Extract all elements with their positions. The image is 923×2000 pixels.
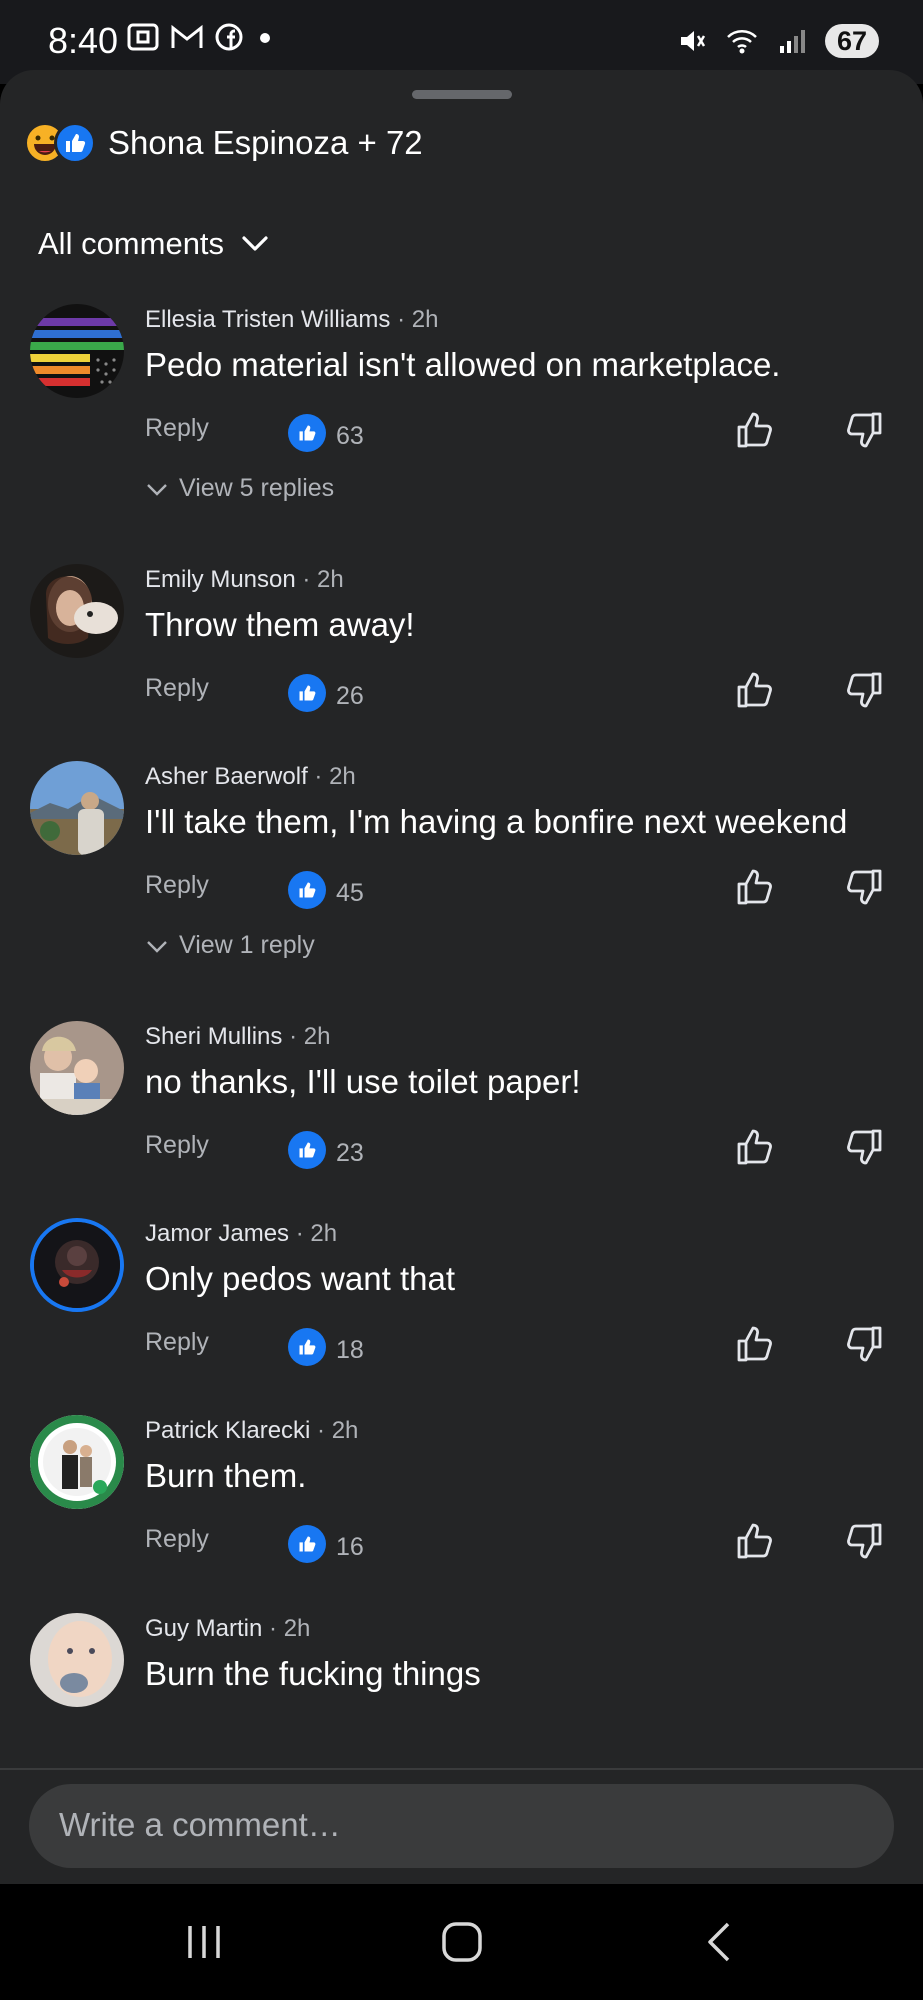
- status-time: 8:40: [48, 20, 119, 61]
- like-count: 63: [336, 422, 364, 450]
- reactions-summary[interactable]: Shona Espinoza + 72: [24, 122, 423, 164]
- view-replies-label: View 1 reply: [179, 931, 315, 959]
- thumbs-down-icon[interactable]: [842, 865, 886, 909]
- reply-button[interactable]: Reply: [145, 871, 209, 900]
- comment-input[interactable]: Write a comment…: [29, 1784, 894, 1868]
- recent-apps-icon[interactable]: [182, 1920, 226, 1964]
- composer-bar: Write a comment…: [0, 1768, 923, 1884]
- reply-button[interactable]: Reply: [145, 674, 209, 703]
- like-reaction-icon: [54, 122, 96, 164]
- notification-dot-icon: [260, 33, 270, 43]
- like-badge-icon: [288, 1525, 326, 1563]
- gmail-icon: [171, 24, 203, 48]
- comment-time: · 2h: [302, 566, 344, 593]
- thumbs-up-icon[interactable]: [733, 1125, 777, 1169]
- reply-button[interactable]: Reply: [145, 1525, 209, 1554]
- comment-actions: Reply 23: [145, 1129, 885, 1171]
- avatar[interactable]: [30, 761, 124, 855]
- view-replies-link[interactable]: View 1 reply: [145, 931, 315, 960]
- comment-actions: Reply 26: [145, 672, 885, 714]
- thumbs-down-icon[interactable]: [842, 1125, 886, 1169]
- chevron-down-icon: [242, 236, 268, 251]
- like-count: 16: [336, 1533, 364, 1561]
- comment-text: Pedo material isn't allowed on marketpla…: [145, 346, 781, 383]
- view-replies-label: View 5 replies: [179, 474, 335, 502]
- thumbs-up-icon[interactable]: [733, 408, 777, 452]
- comment-actions: Reply 63: [145, 412, 885, 454]
- thumbs-down-icon[interactable]: [842, 408, 886, 452]
- comment-text: Burn them.: [145, 1457, 307, 1494]
- avatar[interactable]: [30, 1218, 124, 1312]
- like-badge-icon: [288, 674, 326, 712]
- like-count: 23: [336, 1139, 364, 1167]
- like-badge-icon: [288, 1131, 326, 1169]
- avatar[interactable]: [30, 564, 124, 658]
- thumbs-up-icon[interactable]: [733, 1519, 777, 1563]
- comment-author[interactable]: Patrick Klarecki: [145, 1417, 310, 1444]
- thumbs-down-icon[interactable]: [842, 1322, 886, 1366]
- status-right-icons: 67: [677, 24, 879, 58]
- comment-author[interactable]: Sheri Mullins: [145, 1023, 282, 1050]
- like-badge-icon: [288, 414, 326, 452]
- comment-actions: Reply 45: [145, 869, 885, 911]
- avatar[interactable]: [30, 304, 124, 398]
- comment-text: Only pedos want that: [145, 1260, 456, 1297]
- comment-time: · 2h: [314, 763, 356, 790]
- comment-actions: Reply 16: [145, 1523, 885, 1565]
- comment-author[interactable]: Asher Baerwolf: [145, 763, 308, 790]
- comment-text: I'll take them, I'm having a bonfire nex…: [145, 803, 848, 840]
- comment-time: · 2h: [397, 306, 439, 333]
- thumbs-up-icon[interactable]: [733, 1322, 777, 1366]
- like-badge-icon: [288, 871, 326, 909]
- mute-icon: [681, 31, 706, 51]
- comments-sheet: Shona Espinoza + 72 All comments Ellesia…: [0, 70, 923, 1883]
- comment-text: Throw them away!: [145, 606, 415, 643]
- facebook-icon: [215, 23, 243, 51]
- reply-button[interactable]: Reply: [145, 1328, 209, 1357]
- signal-icon: [780, 30, 805, 53]
- battery-indicator: 67: [825, 24, 879, 58]
- chevron-down-icon: [147, 483, 167, 496]
- comment-text: no thanks, I'll use toilet paper!: [145, 1063, 581, 1100]
- reply-button[interactable]: Reply: [145, 1131, 209, 1160]
- comment-time: · 2h: [269, 1615, 311, 1642]
- comment-author[interactable]: Jamor James: [145, 1220, 289, 1247]
- status-left-icons: [126, 22, 276, 52]
- comment-time: · 2h: [289, 1023, 331, 1050]
- chevron-down-icon: [147, 940, 167, 953]
- view-replies-link[interactable]: View 5 replies: [145, 474, 334, 503]
- like-badge-icon: [288, 1328, 326, 1366]
- like-count: 26: [336, 682, 364, 710]
- avatar[interactable]: [30, 1415, 124, 1509]
- system-nav-bar: [0, 1884, 923, 2000]
- avatar[interactable]: [30, 1613, 124, 1707]
- wifi-icon: [727, 30, 757, 54]
- avatar[interactable]: [30, 1021, 124, 1115]
- reply-button[interactable]: Reply: [145, 414, 209, 443]
- thumbs-up-icon[interactable]: [733, 668, 777, 712]
- back-icon[interactable]: [700, 1920, 744, 1964]
- thumbs-down-icon[interactable]: [842, 668, 886, 712]
- comment-input-placeholder: Write a comment…: [59, 1806, 341, 1843]
- thumbs-down-icon[interactable]: [842, 1519, 886, 1563]
- like-count: 45: [336, 879, 364, 907]
- reactions-summary-text: Shona Espinoza + 72: [108, 124, 423, 161]
- comment-time: · 2h: [295, 1220, 338, 1247]
- comment-text: Burn the fucking things: [145, 1655, 481, 1692]
- like-count: 18: [336, 1336, 364, 1364]
- comment-author[interactable]: Emily Munson: [145, 566, 296, 593]
- comment-time: · 2h: [317, 1417, 359, 1444]
- comments-filter-label: All comments: [38, 226, 225, 261]
- comment-actions: Reply 18: [145, 1326, 885, 1368]
- thumbs-up-icon[interactable]: [733, 865, 777, 909]
- sheet-grabber[interactable]: [412, 90, 512, 99]
- home-icon[interactable]: [440, 1920, 484, 1964]
- screenshot-icon: [127, 23, 159, 51]
- comments-filter-dropdown[interactable]: All comments: [38, 226, 270, 262]
- comment-author[interactable]: Ellesia Tristen Williams: [145, 306, 390, 333]
- comment-author[interactable]: Guy Martin: [145, 1615, 262, 1642]
